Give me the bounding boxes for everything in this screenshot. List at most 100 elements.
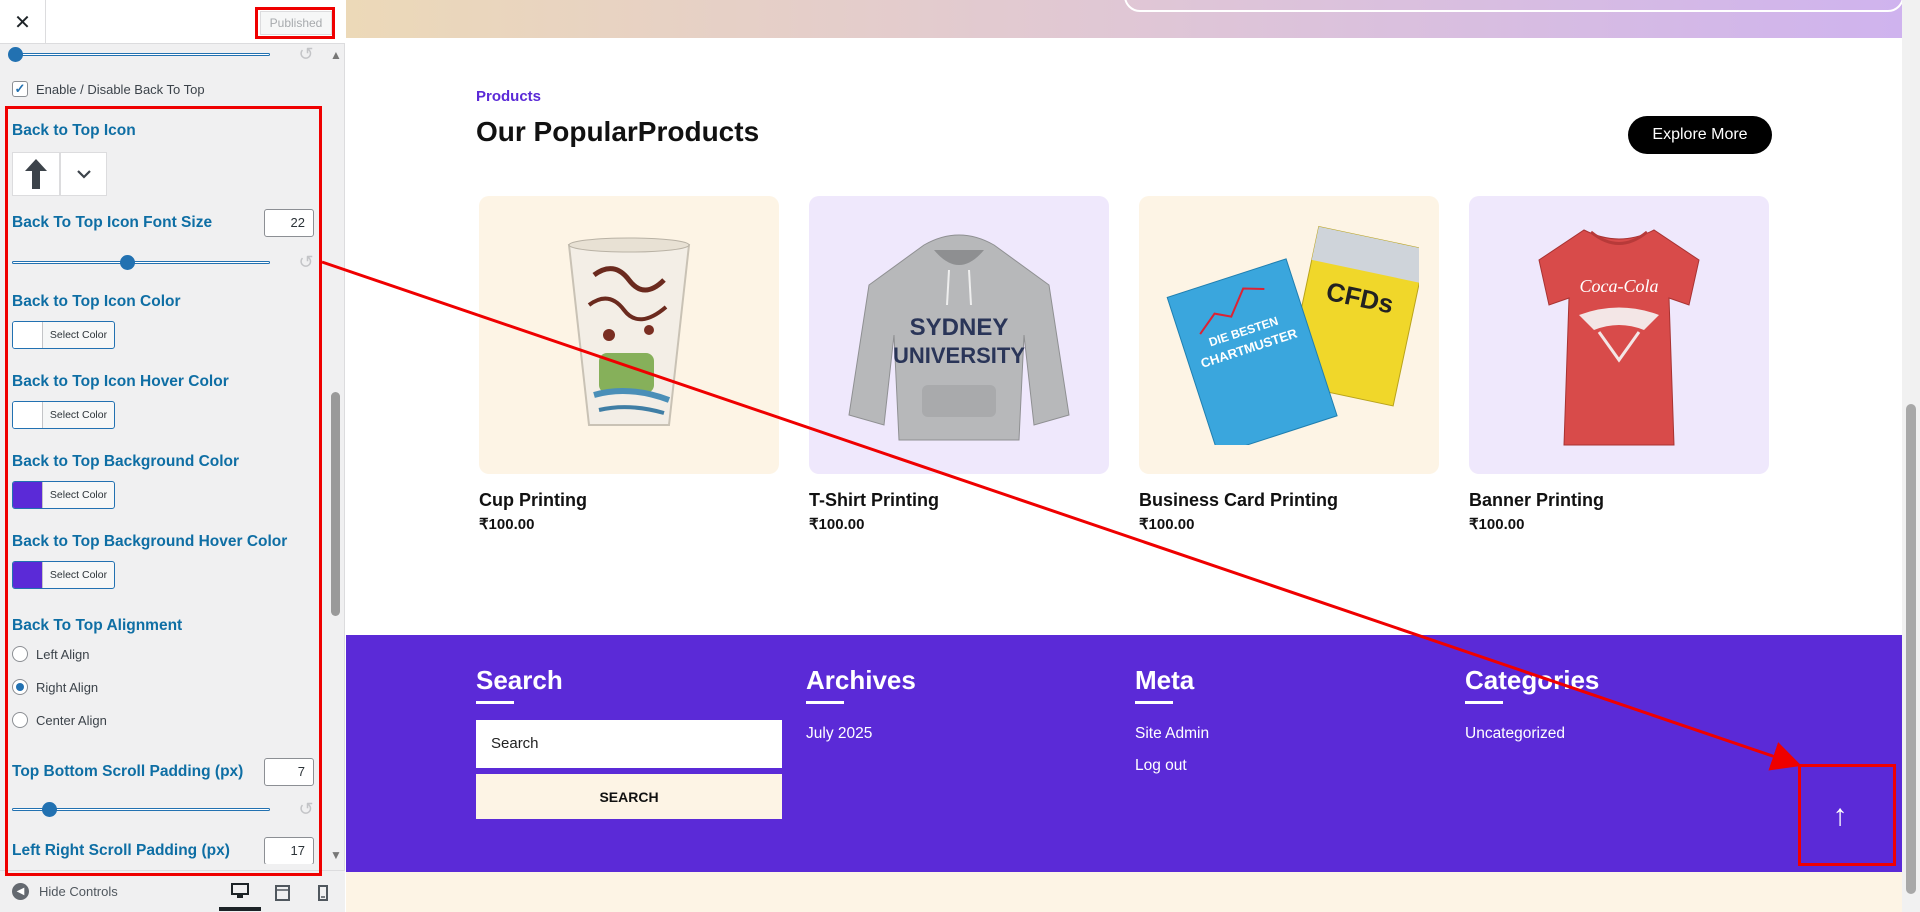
tb-padding-slider[interactable]: ↺: [12, 799, 314, 819]
site-preview: Products Our PopularProducts Explore Mor…: [346, 0, 1902, 912]
widget-underline: [1465, 701, 1503, 704]
product-image[interactable]: CFDs DIE BESTEN CHARTMUSTER: [1139, 196, 1439, 474]
cup-image: [567, 237, 691, 426]
product-card[interactable]: Cup Printing ₹100.00: [479, 196, 779, 533]
svg-text:SYDNEY: SYDNEY: [910, 314, 1009, 341]
log-out-link[interactable]: Log out: [1135, 757, 1187, 775]
product-card[interactable]: CFDs DIE BESTEN CHARTMUSTER Business Car…: [1139, 196, 1439, 533]
tablet-icon: [274, 885, 290, 901]
category-link[interactable]: Uncategorized: [1465, 725, 1565, 743]
svg-text:UNIVERSITY: UNIVERSITY: [893, 343, 1025, 368]
font-size-title: Back To Top Icon Font Size: [12, 214, 213, 231]
scrollbar-thumb[interactable]: [331, 392, 340, 616]
slider-thumb[interactable]: [42, 802, 57, 817]
search-input[interactable]: Search: [476, 720, 782, 768]
lr-padding-input[interactable]: 17: [264, 837, 314, 864]
color-swatch: [13, 562, 43, 588]
product-card[interactable]: SYDNEY UNIVERSITY T-Shirt Printing ₹100.…: [809, 196, 1109, 533]
scrollbar-thumb[interactable]: [1906, 404, 1916, 894]
align-right-label: Right Align: [36, 679, 99, 695]
color-swatch: [13, 482, 43, 508]
icon-hover-color-button[interactable]: Select Color: [12, 401, 115, 429]
enable-back-to-top-label: Enable / Disable Back To Top: [36, 81, 205, 97]
section-title: Our PopularProducts: [476, 116, 760, 147]
font-size-slider[interactable]: ↺: [12, 252, 314, 272]
collapse-icon: ◀: [12, 883, 29, 900]
align-right-radio[interactable]: Right Align: [12, 679, 98, 695]
hoodie-image: SYDNEY UNIVERSITY: [848, 234, 1070, 441]
site-footer: Search Search SEARCH Archives July 2025 …: [346, 635, 1902, 872]
product-price: ₹100.00: [809, 516, 865, 533]
archive-link[interactable]: July 2025: [806, 725, 872, 743]
desktop-preview-button[interactable]: [219, 875, 261, 911]
product-name[interactable]: T-Shirt Printing: [809, 490, 1109, 511]
select-color-label: Select Color: [49, 329, 108, 341]
tablet-preview-button[interactable]: [261, 875, 303, 911]
icon-title: Back to Top Icon: [12, 122, 136, 139]
scroll-down-icon[interactable]: ▼: [330, 848, 342, 862]
back-to-top-button[interactable]: ↑: [1806, 770, 1874, 862]
checkbox-checked-icon[interactable]: ✓: [12, 81, 28, 97]
product-price: ₹100.00: [1469, 516, 1525, 533]
widget-underline: [476, 701, 514, 704]
explore-more-button[interactable]: Explore More: [1628, 116, 1772, 154]
arrow-up-icon[interactable]: [12, 152, 60, 196]
alignment-title: Back To Top Alignment: [12, 617, 183, 634]
slider-thumb[interactable]: [8, 47, 23, 62]
hero-outline: [1124, 0, 1902, 12]
hero-banner: [346, 0, 1902, 38]
icon-hover-color-title: Back to Top Icon Hover Color: [12, 373, 229, 390]
product-name[interactable]: Cup Printing: [479, 490, 779, 511]
font-size-input[interactable]: 22: [264, 209, 314, 237]
scroll-up-icon[interactable]: ▲: [330, 48, 342, 62]
bg-color-title: Back to Top Background Color: [12, 453, 240, 470]
reset-icon[interactable]: ↺: [296, 252, 316, 272]
icon-color-title: Back to Top Icon Color: [12, 293, 181, 310]
tb-padding-input[interactable]: 7: [264, 758, 314, 786]
align-left-radio[interactable]: Left Align: [12, 646, 90, 662]
archives-widget-title: Archives: [806, 665, 916, 695]
radio-selected-icon[interactable]: [12, 679, 28, 695]
sidebar-footer: ◀ Hide Controls: [0, 870, 345, 912]
bg-hover-color-title: Back to Top Background Hover Color: [12, 533, 288, 550]
controls-panel: ↺ ✓ Enable / Disable Back To Top Back to…: [0, 44, 330, 864]
bg-hover-color-button[interactable]: Select Color: [12, 561, 115, 589]
search-button[interactable]: SEARCH: [476, 774, 782, 819]
enable-back-to-top-checkbox[interactable]: ✓ Enable / Disable Back To Top: [12, 81, 205, 97]
publish-button[interactable]: Published: [260, 11, 332, 35]
mobile-preview-button[interactable]: [302, 875, 344, 911]
color-swatch: [13, 402, 43, 428]
mobile-icon: [318, 885, 328, 901]
customizer-sidebar: ✕ Published ↺ ✓ Enable / Disable Back To…: [0, 0, 345, 912]
reset-icon[interactable]: ↺: [296, 44, 316, 64]
select-color-label: Select Color: [49, 409, 108, 421]
tb-padding-title: Top Bottom Scroll Padding (px): [12, 763, 244, 780]
radio-icon[interactable]: [12, 712, 28, 728]
close-customizer-button[interactable]: ✕: [0, 0, 46, 44]
site-admin-link[interactable]: Site Admin: [1135, 725, 1209, 743]
slider-track: [12, 53, 270, 56]
icon-color-button[interactable]: Select Color: [12, 321, 115, 349]
slider-thumb[interactable]: [120, 255, 135, 270]
lr-padding-title: Left Right Scroll Padding (px): [12, 842, 230, 859]
product-card[interactable]: Coca-Cola Banner Printing ₹100.00: [1469, 196, 1769, 533]
books-image: CFDs DIE BESTEN CHARTMUSTER: [1166, 225, 1419, 445]
product-price: ₹100.00: [1139, 516, 1195, 533]
product-image[interactable]: [479, 196, 779, 474]
chevron-down-icon[interactable]: [60, 152, 107, 196]
bg-color-button[interactable]: Select Color: [12, 481, 115, 509]
sidebar-scrollbar[interactable]: ▲ ▼: [328, 44, 344, 864]
align-center-radio[interactable]: Center Align: [12, 712, 107, 728]
slider-partial[interactable]: ↺: [8, 44, 314, 64]
desktop-icon: [231, 883, 249, 898]
hide-controls-button[interactable]: ◀ Hide Controls: [12, 883, 118, 900]
icon-picker[interactable]: [12, 152, 107, 196]
product-price: ₹100.00: [479, 516, 535, 533]
product-name[interactable]: Banner Printing: [1469, 490, 1769, 511]
radio-icon[interactable]: [12, 646, 28, 662]
reset-icon[interactable]: ↺: [296, 799, 316, 819]
product-image[interactable]: Coca-Cola: [1469, 196, 1769, 474]
product-name[interactable]: Business Card Printing: [1139, 490, 1439, 511]
preview-scrollbar[interactable]: [1902, 0, 1920, 912]
product-image[interactable]: SYDNEY UNIVERSITY: [809, 196, 1109, 474]
